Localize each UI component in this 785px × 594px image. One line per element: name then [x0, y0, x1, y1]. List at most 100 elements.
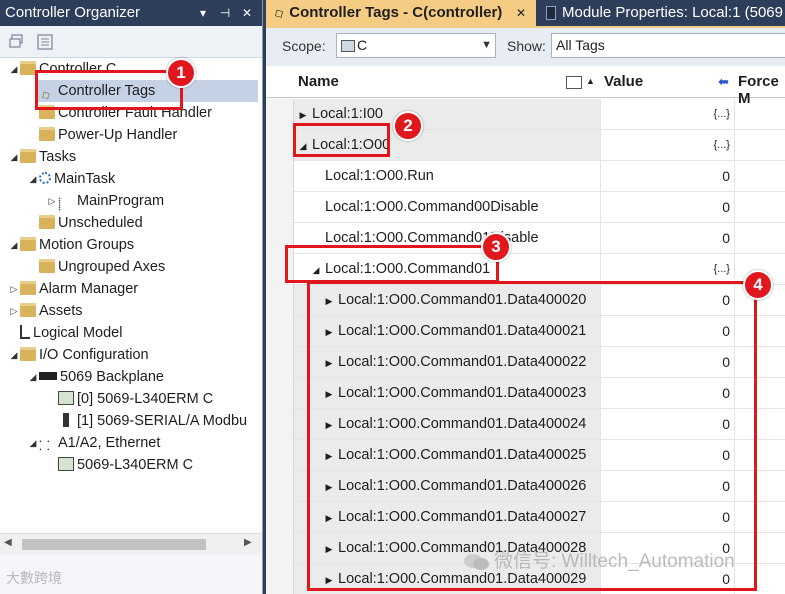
- folder-icon: [20, 303, 36, 318]
- scroll-left-icon[interactable]: ◀: [4, 537, 12, 548]
- scrollbar-thumb[interactable]: [22, 539, 206, 550]
- tree-node-label: [0] 5069-L340ERM C: [77, 391, 214, 407]
- tag-value-cell[interactable]: 0: [600, 161, 734, 191]
- tag-icon: ◇: [271, 4, 287, 22]
- tree-node-label: A1/A2, Ethernet: [58, 435, 161, 451]
- tree-node[interactable]: Logical Model: [8, 322, 122, 344]
- controller-icon: [341, 40, 355, 53]
- tree-node-label: Motion Groups: [39, 237, 135, 253]
- folder-icon: [39, 259, 55, 274]
- column-value[interactable]: Value: [604, 73, 643, 90]
- show-filter-select[interactable]: All Tags: [551, 33, 785, 58]
- tab-controller-tags[interactable]: ◇ Controller Tags - C(controller) ✕: [266, 0, 536, 26]
- callout-badge-2: 2: [393, 111, 423, 141]
- tag-force-mask-cell[interactable]: [734, 99, 785, 129]
- tree-node[interactable]: ◢ MainTask: [27, 168, 116, 190]
- tag-value-cell[interactable]: 0: [600, 192, 734, 222]
- tag-name-cell[interactable]: Local:1:O00.Run: [294, 161, 600, 191]
- tag-row[interactable]: Local:1:O00.Command00Disable 0: [294, 192, 785, 223]
- watermark: 微信号: Willtech_Automation: [462, 546, 735, 573]
- pin-icon[interactable]: ⊣: [216, 3, 234, 23]
- tree-node-label: Ungrouped Axes: [58, 259, 166, 275]
- show-value: All Tags: [556, 37, 605, 53]
- scroll-right-icon[interactable]: ▶: [244, 537, 252, 548]
- tree-node[interactable]: ◢ ⸬ A1/A2, Ethernet: [27, 432, 161, 454]
- folder-icon: [20, 149, 36, 164]
- tag-row[interactable]: Local:1:O00.Run 0: [294, 161, 785, 192]
- tree-node[interactable]: ◢ Tasks: [8, 146, 77, 168]
- tree-node-label: I/O Configuration: [39, 347, 149, 363]
- tree-node[interactable]: ◢ 5069 Backplane: [27, 366, 164, 388]
- tree-node-label: 5069 Backplane: [60, 369, 164, 385]
- horizontal-scrollbar[interactable]: ◀ ▶: [0, 533, 262, 555]
- tag-force-mask-cell[interactable]: [734, 161, 785, 191]
- expand-icon[interactable]: ▷: [46, 190, 58, 212]
- expand-icon[interactable]: ▷: [8, 278, 20, 300]
- collapse-icon[interactable]: ◢: [27, 366, 39, 388]
- tag-value-cell[interactable]: {...}: [600, 254, 734, 284]
- tree-node[interactable]: ▷ Alarm Manager: [8, 278, 139, 300]
- tree-node[interactable]: Ungrouped Axes: [27, 256, 165, 278]
- organizer-tree: ◢ Controller C ◇ Controller Tags Controller …: [0, 58, 262, 533]
- tab-close-icon[interactable]: ✕: [516, 0, 526, 26]
- footer-watermark: 大數跨境: [6, 570, 62, 586]
- value-arrow-icon[interactable]: ⬅: [718, 74, 729, 90]
- tag-value-cell[interactable]: {...}: [600, 130, 734, 160]
- tag-force-mask-cell[interactable]: [734, 192, 785, 222]
- chevron-down-icon: ▼: [481, 39, 492, 51]
- column-name[interactable]: Name: [298, 73, 339, 90]
- tree-node[interactable]: Power-Up Handler: [27, 124, 177, 146]
- tag-name-cell[interactable]: Local:1:O00.Command00Disable: [294, 192, 600, 222]
- expand-icon[interactable]: ▷: [8, 300, 20, 322]
- tree-node-label: [1] 5069-SERIAL/A Modbu: [77, 413, 248, 429]
- scope-select[interactable]: C ▼: [336, 33, 496, 58]
- module-icon: [58, 457, 74, 472]
- tree-node[interactable]: ◢ I/O Configuration: [8, 344, 149, 366]
- collapse-all-icon[interactable]: [8, 33, 26, 51]
- tree-node[interactable]: Unscheduled: [27, 212, 143, 234]
- column-chooser-icon[interactable]: [566, 76, 582, 89]
- tag-force-mask-cell[interactable]: [734, 223, 785, 253]
- properties-icon[interactable]: [36, 33, 54, 51]
- scope-bar: Scope: C ▼ Show: All Tags: [266, 28, 785, 66]
- scope-value: C: [357, 37, 368, 53]
- collapse-icon[interactable]: ◢: [27, 432, 39, 454]
- collapse-icon[interactable]: ◢: [8, 58, 20, 80]
- tree-node-label: Unscheduled: [58, 215, 143, 231]
- tree-node-label: Alarm Manager: [39, 281, 139, 297]
- callout-box-4: [307, 281, 757, 591]
- tree-node[interactable]: ◢ Motion Groups: [8, 234, 135, 256]
- tree-node-label: 5069-L340ERM C: [77, 457, 194, 473]
- model-icon: [20, 325, 30, 340]
- module-small-icon: [63, 413, 69, 428]
- tree-node[interactable]: ▷ ⸽ MainProgram: [46, 190, 165, 212]
- collapse-icon[interactable]: ◢: [27, 168, 39, 190]
- tree-node-label: MainProgram: [77, 193, 165, 209]
- wechat-icon: [464, 553, 489, 570]
- task-icon: [39, 172, 51, 185]
- collapse-icon[interactable]: ◢: [8, 146, 20, 168]
- tag-force-mask-cell[interactable]: [734, 130, 785, 160]
- watermark-text: 微信号: Willtech_Automation: [494, 551, 735, 572]
- grid-header: Name ▲ Value ⬅ Force M: [266, 68, 785, 107]
- tag-value-cell[interactable]: 0: [600, 223, 734, 253]
- network-icon: ⸬: [39, 438, 50, 454]
- tree-node-label: Power-Up Handler: [58, 127, 178, 143]
- collapse-icon[interactable]: ◢: [8, 234, 20, 256]
- dropdown-icon[interactable]: ▾: [194, 3, 212, 23]
- tree-node[interactable]: 5069-L340ERM C: [46, 454, 193, 476]
- backplane-icon: [39, 372, 57, 381]
- tag-value-cell[interactable]: {...}: [600, 99, 734, 129]
- organizer-toolbar: [0, 26, 262, 58]
- tab-module-properties[interactable]: Module Properties: Local:1 (5069: [538, 0, 785, 26]
- close-icon[interactable]: ✕: [238, 3, 256, 23]
- folder-icon: [39, 215, 55, 230]
- tag-name: Local:1:O00.Command00Disable: [325, 199, 539, 215]
- collapse-icon[interactable]: ◢: [8, 344, 20, 366]
- tree-node[interactable]: [0] 5069-L340ERM C: [46, 388, 213, 410]
- sort-asc-icon[interactable]: ▲: [586, 76, 595, 86]
- folder-icon: [20, 237, 36, 252]
- tree-node[interactable]: [1] 5069-SERIAL/A Modbu: [46, 410, 247, 432]
- folder-icon: [20, 347, 36, 362]
- tree-node[interactable]: ▷ Assets: [8, 300, 83, 322]
